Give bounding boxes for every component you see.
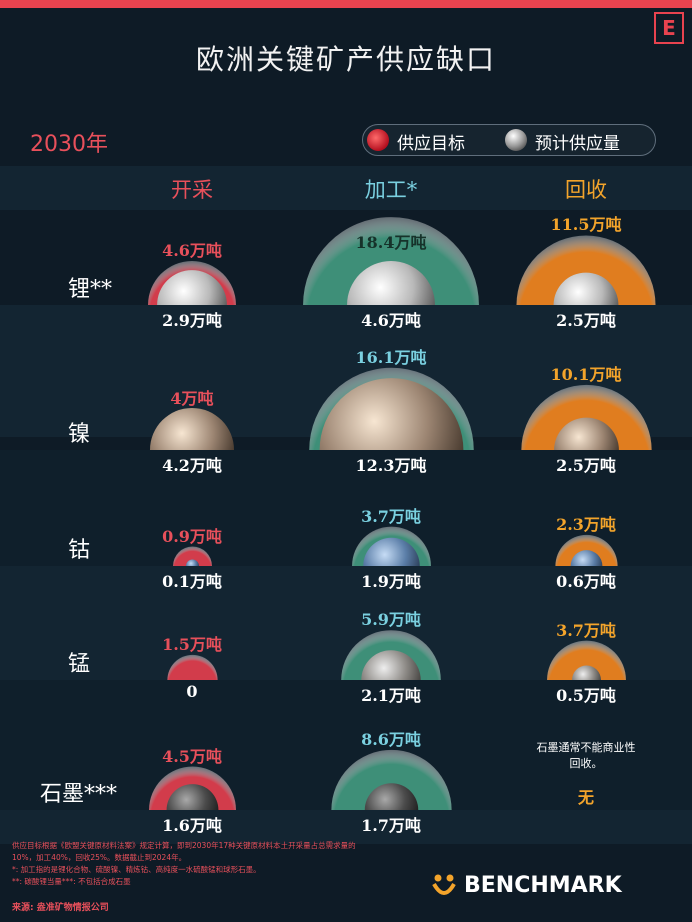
top-accent-bar — [0, 0, 692, 8]
forecast-value-label: 1.6万吨 — [162, 816, 222, 835]
bubble-pair — [148, 766, 236, 810]
row-label: 钴 — [68, 538, 91, 563]
benchmark-wordmark: BENCHMARK — [464, 873, 622, 898]
bubble-pair — [520, 384, 652, 450]
legend-target-label: 供应目标 — [397, 134, 465, 154]
target-value-label: 8.6万吨 — [361, 729, 421, 749]
bubble-pair — [546, 640, 626, 680]
footnote-line: **: 碳酸锂当量***: 不包括合成石墨 — [12, 877, 131, 886]
column-header: 加工* — [364, 178, 418, 202]
target-value-label: 18.4万吨 — [355, 233, 427, 253]
bubble-pair — [150, 408, 234, 450]
benchmark-logo: BENCHMARK — [430, 872, 622, 906]
legend-forecast-swatch — [505, 129, 527, 151]
forecast-value-label: 2.9万吨 — [162, 311, 222, 330]
row-label: 锰 — [68, 652, 91, 677]
row-label: 镍 — [68, 422, 91, 447]
chart-title: 欧洲关键矿产供应缺口 — [195, 43, 496, 76]
column-header: 开采 — [171, 178, 213, 202]
target-bubble — [166, 654, 218, 680]
bubble-pair — [166, 654, 218, 680]
bubble-pair — [172, 546, 212, 566]
bubble-pair — [554, 534, 618, 566]
bubble-pair — [341, 630, 441, 680]
footnote-line: 供应目标根据《欧盟关键原材料法案》规定计算，即到2030年17种关键原材料本土开… — [12, 841, 356, 862]
legend: 供应目标 预计供应量 — [362, 124, 656, 156]
legend-forecast-label: 预计供应量 — [535, 134, 620, 154]
forecast-value-label: 4.2万吨 — [162, 456, 222, 475]
forecast-value-label: 2.5万吨 — [556, 456, 616, 475]
bubble-pair — [351, 526, 431, 566]
target-value-label: 4.6万吨 — [162, 241, 222, 261]
target-value-label: 4万吨 — [170, 389, 214, 408]
target-value-label: 4.5万吨 — [162, 746, 222, 766]
target-value-label: 2.3万吨 — [556, 514, 616, 534]
forecast-value-label: 1.9万吨 — [361, 572, 421, 591]
forecast-value-label: 0.1万吨 — [162, 572, 222, 591]
footnotes: 供应目标根据《欧盟关键原材料法案》规定计算，即到2030年17种关键原材料本土开… — [12, 840, 362, 888]
bubble-pair — [308, 367, 474, 450]
row-label: 锂** — [68, 277, 113, 302]
target-value-label: 16.1万吨 — [355, 347, 427, 367]
row-label: 石墨*** — [40, 782, 118, 807]
source-line: 来源: 盎准矿物情报公司 — [12, 903, 109, 913]
forecast-value-label: 1.7万吨 — [361, 816, 421, 835]
forecast-bubble — [150, 408, 234, 450]
forecast-value-label: 0.5万吨 — [556, 686, 616, 705]
legend-target-swatch — [367, 129, 389, 151]
bubble-pair — [330, 749, 452, 810]
bubble-pair — [148, 261, 236, 305]
target-value-label: 3.7万吨 — [556, 620, 616, 640]
bubble-pair — [516, 235, 656, 305]
recycling-note: 石墨通常不能商业性回收。 — [536, 741, 636, 770]
target-value-label: 3.7万吨 — [361, 506, 421, 526]
footnote-line: *: 加工指的是锂化合物、硫酸镍、精炼钴、高纯度一水硫酸锰和球形石墨。 — [12, 865, 261, 874]
target-value-label: 10.1万吨 — [550, 364, 622, 384]
target-value-label: 0.9万吨 — [162, 526, 222, 546]
forecast-value-label: 无 — [577, 788, 594, 807]
forecast-value-label: 2.5万吨 — [556, 311, 616, 330]
target-value-label: 11.5万吨 — [550, 215, 622, 235]
forecast-value-label: 0 — [186, 682, 198, 701]
forecast-value-label: 4.6万吨 — [361, 311, 421, 330]
column-header: 回收 — [565, 178, 607, 202]
year-label: 2030年 — [30, 132, 108, 157]
benchmark-mark-icon — [432, 874, 456, 895]
target-value-label: 1.5万吨 — [162, 634, 222, 654]
forecast-value-label: 12.3万吨 — [355, 456, 427, 475]
forecast-value-label: 0.6万吨 — [556, 572, 616, 591]
forecast-value-label: 2.1万吨 — [361, 686, 421, 705]
target-value-label: 5.9万吨 — [361, 610, 421, 630]
